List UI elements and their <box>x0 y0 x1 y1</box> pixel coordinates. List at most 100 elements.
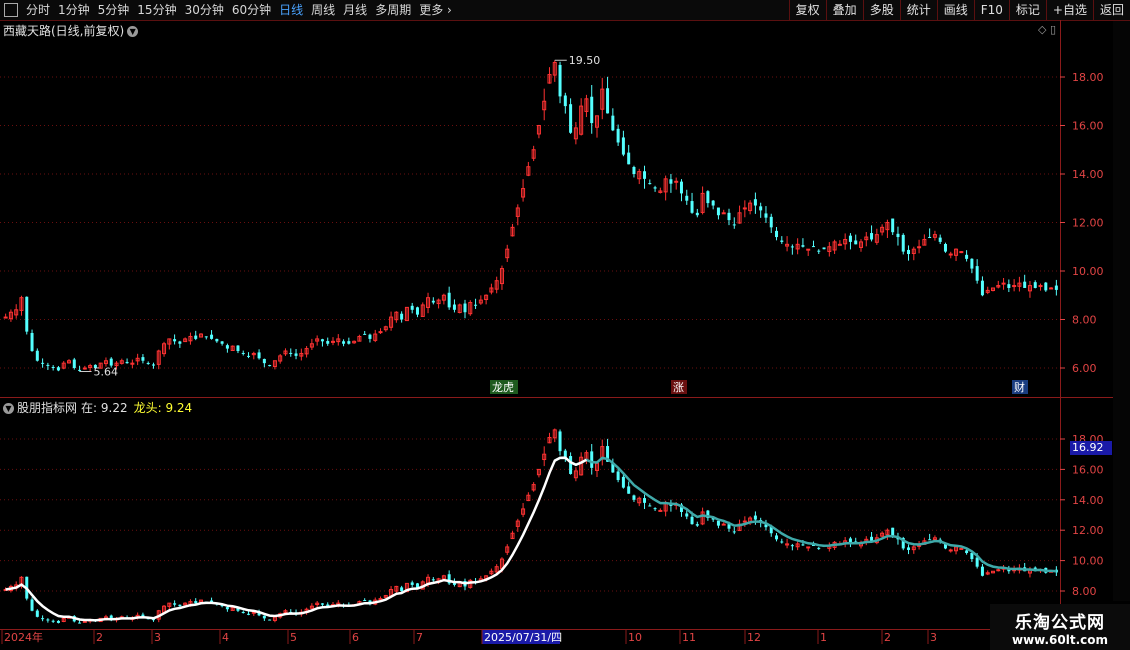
low-label: 5.64 <box>94 365 119 378</box>
indicator-candle <box>907 547 911 550</box>
period-tab-9[interactable]: 多周期 <box>371 0 415 20</box>
indicator-candle <box>643 498 647 503</box>
diamond-icon[interactable]: ◇ <box>1038 23 1046 36</box>
main-candle <box>590 96 594 124</box>
main-candle <box>811 246 815 248</box>
toolbar-button-7[interactable]: +自选 <box>1045 0 1093 20</box>
chevron-down-icon[interactable]: ▼ <box>3 403 14 414</box>
toolbar-button-0[interactable]: 复权 <box>788 0 826 20</box>
main-candle <box>558 64 562 97</box>
main-candle <box>1049 287 1054 290</box>
indicator-candle <box>621 476 625 488</box>
main-candle <box>125 361 129 364</box>
main-candle <box>1007 284 1011 288</box>
main-candle <box>975 266 979 281</box>
main-candle <box>25 296 29 332</box>
indicator-candle <box>194 601 198 604</box>
period-tab-0[interactable]: 分时 <box>22 0 54 20</box>
indicator-candle <box>569 456 573 474</box>
main-candle <box>368 334 372 339</box>
main-candle <box>378 331 383 334</box>
y-tick-label: 14.00 <box>1072 494 1104 507</box>
white-line <box>5 456 587 622</box>
toolbar-button-5[interactable]: F10 <box>973 0 1009 20</box>
main-candle <box>463 303 467 313</box>
main-candle <box>616 128 620 143</box>
indicator-candle <box>56 620 60 623</box>
toolbar-button-8[interactable]: 返回 <box>1092 0 1130 20</box>
indicator-candle <box>590 451 594 468</box>
main-candle <box>257 352 261 359</box>
indicator-candle <box>247 613 251 615</box>
toolbar-button-6[interactable]: 标记 <box>1008 0 1046 20</box>
main-candle <box>965 254 969 259</box>
indicator-candle <box>563 450 567 458</box>
main-candle <box>790 246 794 248</box>
chevron-down-icon[interactable]: ▼ <box>127 26 139 37</box>
indicator-candle <box>690 516 694 525</box>
x-tick-label: 10 <box>628 631 642 644</box>
toolbar-button-4[interactable]: 画线 <box>936 0 974 20</box>
main-candle <box>679 181 683 194</box>
period-tab-2[interactable]: 5分钟 <box>94 0 134 20</box>
main-candle <box>801 245 805 247</box>
event-tag: 龙虎 <box>492 381 514 394</box>
toolbar-button-3[interactable]: 统计 <box>899 0 937 20</box>
indicator-candle <box>400 587 404 591</box>
period-tab-1[interactable]: 1分钟 <box>54 0 94 20</box>
main-candle <box>415 307 419 315</box>
indicator-candle <box>695 524 699 526</box>
event-tag: 财 <box>1014 380 1025 394</box>
indicator-candle <box>178 604 182 607</box>
indicator-candle <box>928 539 932 541</box>
main-candle <box>732 224 736 226</box>
indicator-candle <box>965 550 969 553</box>
period-tab-8[interactable]: 月线 <box>339 0 371 20</box>
indicator-candle <box>241 611 245 613</box>
toolbar-button-1[interactable]: 叠加 <box>825 0 863 20</box>
indicator-candle <box>268 619 272 621</box>
main-candle <box>606 88 610 114</box>
main-candle <box>753 199 757 206</box>
main-candle <box>46 364 50 366</box>
y-tick-label: 8.00 <box>1072 585 1097 598</box>
kline-chart[interactable]: 6.00 8.00 10.00 12.00 14.00 16.00 18.00 8.00 10.… <box>0 20 1130 650</box>
period-tab-4[interactable]: 30分钟 <box>181 0 228 20</box>
indicator-candle <box>251 611 256 614</box>
main-candle <box>928 236 932 238</box>
high-label: 19.50 <box>569 54 601 67</box>
period-tab-7[interactable]: 周线 <box>307 0 339 20</box>
period-tab-5[interactable]: 60分钟 <box>228 0 275 20</box>
main-candle <box>980 280 984 296</box>
indicator-candle <box>848 538 852 543</box>
main-candle <box>674 180 679 183</box>
period-tab-3[interactable]: 15分钟 <box>133 0 180 20</box>
main-candle <box>1001 282 1006 285</box>
x-tick-label: 2025/07/31/四 <box>484 631 562 644</box>
main-candle <box>225 345 229 349</box>
maximize-icon[interactable]: ▯ <box>1050 23 1056 36</box>
indicator-candle <box>378 598 383 601</box>
x-tick-label: 2024年 <box>4 630 43 644</box>
main-candle <box>917 246 922 249</box>
main-candle <box>247 355 251 357</box>
right-scroll-strip[interactable] <box>1113 21 1130 601</box>
period-tab-6[interactable]: 日线 <box>275 0 307 20</box>
main-candle <box>400 313 404 320</box>
main-candle <box>1054 285 1058 290</box>
main-candle <box>653 187 657 189</box>
main-candle <box>410 305 414 310</box>
x-tick-label: 12 <box>747 631 761 644</box>
indicator-candle <box>78 622 82 624</box>
period-tab-10[interactable]: 更多 › <box>415 0 456 20</box>
x-tick-label: 5 <box>290 631 297 644</box>
main-candle <box>474 304 478 306</box>
main-candle <box>742 207 747 210</box>
main-candle <box>151 364 155 366</box>
main-candle <box>943 244 947 252</box>
main-candle <box>342 341 346 344</box>
main-candle <box>431 300 435 303</box>
app-menu-icon[interactable] <box>4 3 18 17</box>
indicator-candle <box>632 495 636 500</box>
toolbar-button-2[interactable]: 多股 <box>862 0 900 20</box>
